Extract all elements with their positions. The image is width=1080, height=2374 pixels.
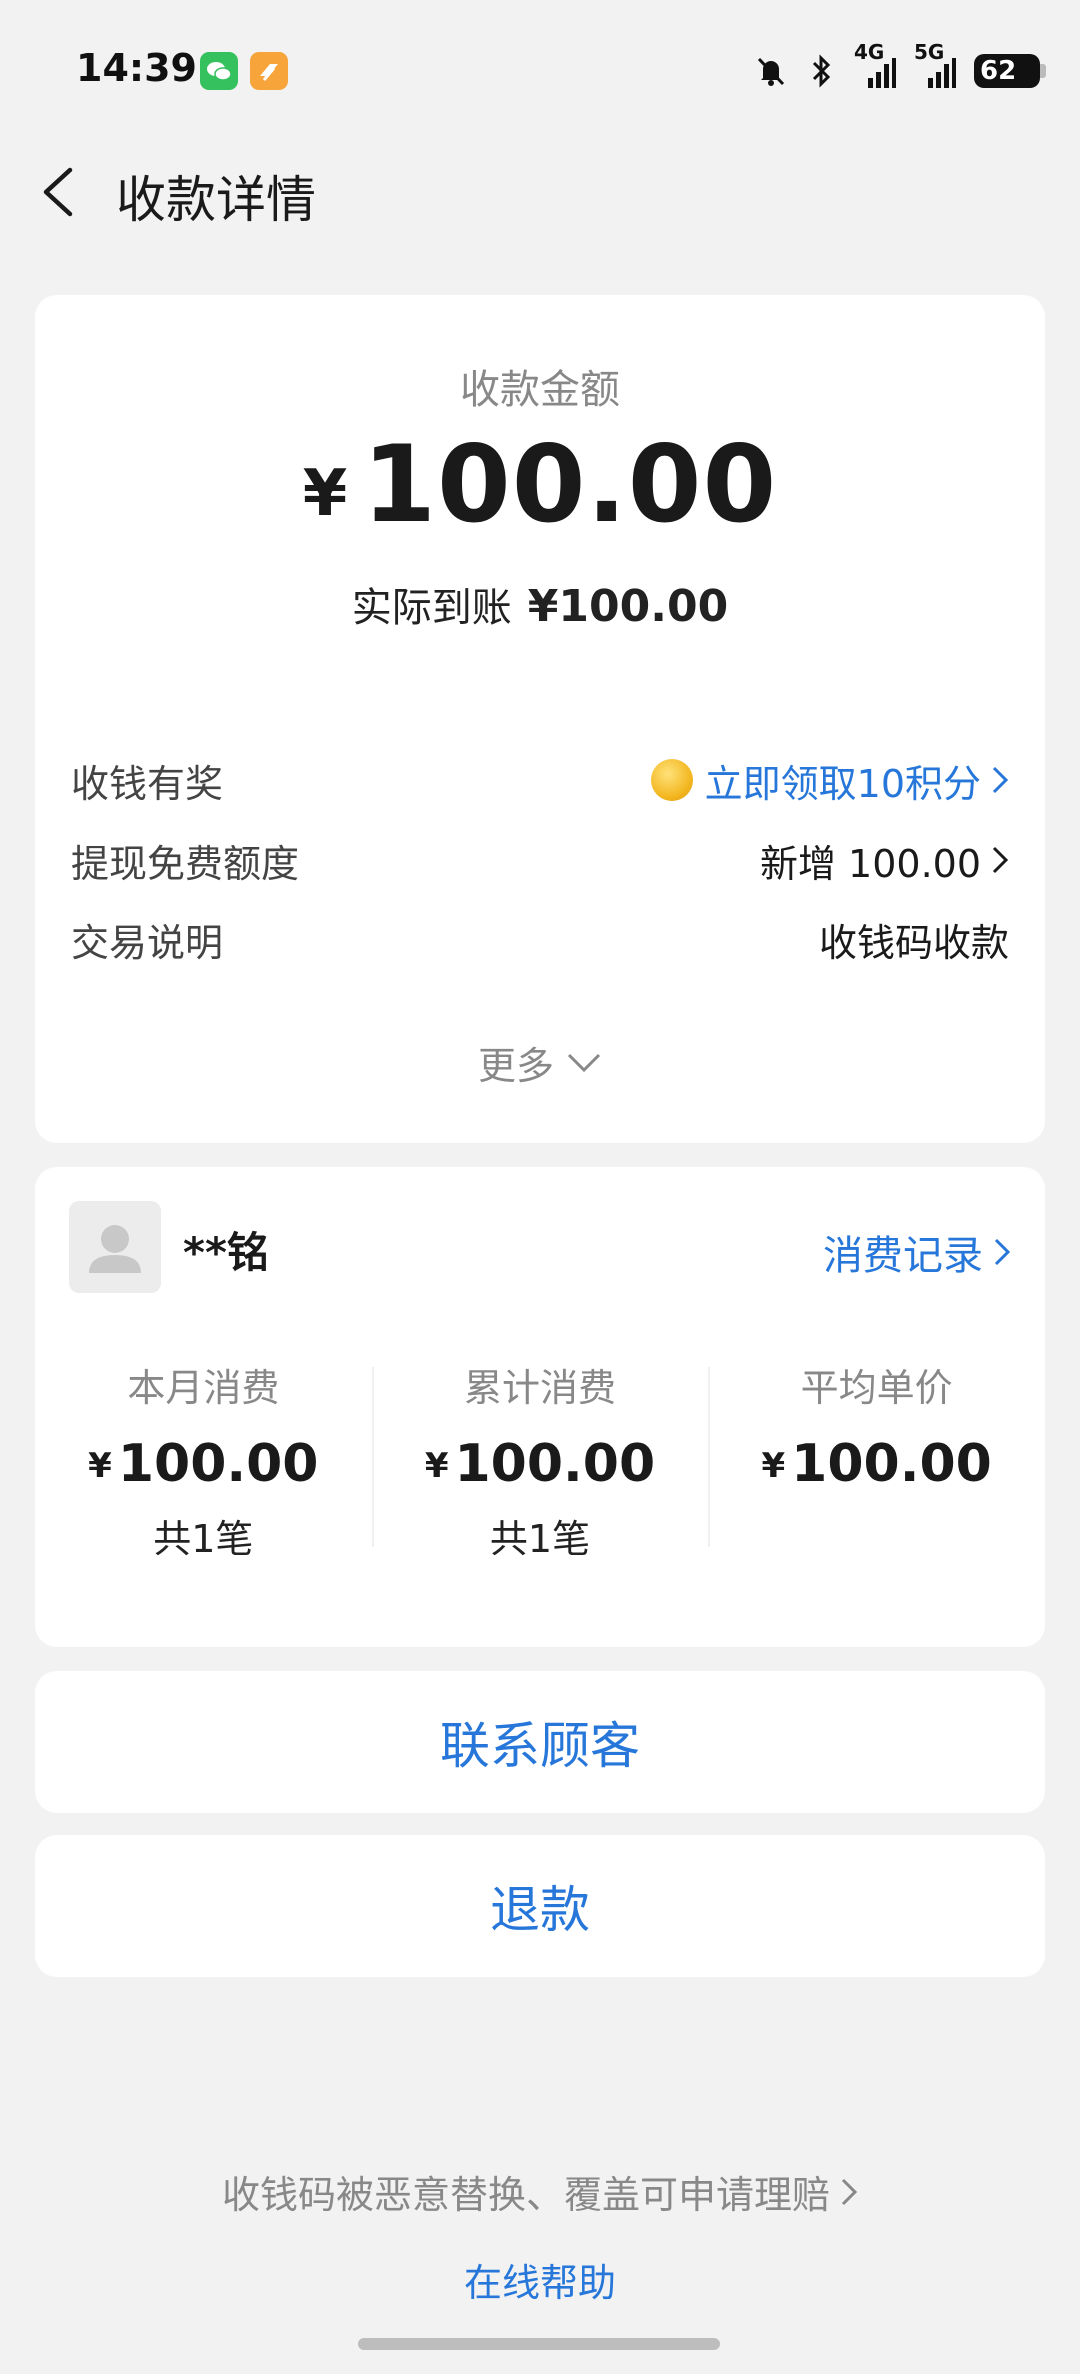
stat-title: 平均单价 (800, 1366, 953, 1410)
stat-count: 共1笔 (153, 1517, 254, 1561)
coin-icon (650, 759, 693, 801)
claim-points-link[interactable]: 立即领取10积分 (650, 753, 1009, 808)
stat-total: 累计消费 ¥100.00 共1笔 (371, 1357, 709, 1561)
stat-average: 平均单价 ¥100.00 (708, 1357, 1045, 1557)
transaction-note-label: 交易说明 (71, 920, 224, 965)
currency-symbol: ¥ (302, 457, 349, 531)
user-placeholder-icon (89, 1225, 141, 1273)
stat-currency: ¥ (424, 1446, 449, 1486)
stat-currency: ¥ (761, 1446, 786, 1486)
reward-label: 收钱有奖 (71, 761, 224, 806)
transaction-note-value: 收钱码收款 (818, 920, 1009, 965)
amount-number: 100.00 (362, 423, 778, 546)
page-title: 收款详情 (116, 171, 316, 229)
free-withdraw-row[interactable]: 提现免费额度 新增 100.00 (71, 830, 1009, 890)
received-label: 实际到账 (351, 585, 512, 631)
free-withdraw-value-link[interactable]: 新增 100.00 (760, 833, 1009, 888)
stat-currency: ¥ (88, 1446, 112, 1486)
stat-value: ¥100.00 (35, 1434, 372, 1494)
status-bar: 14:39 4G 5G 62 (0, 0, 1080, 140)
free-withdraw-value: 新增 100.00 (759, 841, 981, 886)
claim-points-text: 立即领取10积分 (704, 761, 981, 806)
customer-name: **铭 (183, 1228, 269, 1277)
reward-row[interactable]: 收钱有奖 立即领取10积分 (71, 750, 1009, 810)
customer-card: **铭 消费记录 本月消费 ¥100.00 共1笔 累计消费 ¥100.00 共… (35, 1167, 1045, 1647)
chevron-right-icon (994, 1238, 1011, 1266)
signal-5g-icon: 5G (914, 40, 956, 92)
nav-bar: 收款详情 (0, 150, 1080, 230)
stat-value: ¥100.00 (708, 1434, 1045, 1494)
battery-icon: 62 (974, 54, 1046, 88)
avatar (69, 1201, 161, 1293)
records-label: 消费记录 (823, 1233, 983, 1279)
home-indicator[interactable] (358, 2338, 720, 2350)
payment-summary-card: 收款金额 ¥100.00 实际到账 ¥100.00 收钱有奖 立即领取10积分 提… (35, 295, 1045, 1143)
stat-number: 100.00 (791, 1434, 992, 1494)
received-value: ¥100.00 (527, 581, 729, 632)
app-notification-icon (250, 52, 288, 90)
amount-label: 收款金额 (460, 367, 620, 413)
more-label: 更多 (477, 1044, 554, 1088)
customer-stats: 本月消费 ¥100.00 共1笔 累计消费 ¥100.00 共1笔 平均单价 ¥… (35, 1357, 1045, 1561)
more-button[interactable]: 更多 (35, 1035, 1045, 1090)
chevron-down-icon (567, 1053, 601, 1072)
consumption-records-link[interactable]: 消费记录 (823, 1223, 1011, 1281)
bluetooth-icon (812, 54, 831, 88)
online-help-link[interactable]: 在线帮助 (0, 2252, 1080, 2307)
wechat-notification-icon (200, 52, 238, 90)
contact-customer-button[interactable]: 联系顾客 (35, 1671, 1045, 1813)
signal-4g-icon: 4G (854, 40, 896, 92)
claim-text: 收钱码被恶意替换、覆盖可申请理赔 (221, 2173, 830, 2217)
chevron-right-icon (841, 2178, 858, 2205)
stat-value: ¥100.00 (372, 1434, 709, 1494)
status-time: 14:39 (76, 46, 197, 90)
stat-title: 本月消费 (127, 1366, 280, 1410)
stat-number: 100.00 (117, 1434, 319, 1494)
stat-title: 累计消费 (464, 1366, 617, 1410)
claim-link[interactable]: 收钱码被恶意替换、覆盖可申请理赔 (0, 2164, 1080, 2219)
stat-monthly: 本月消费 ¥100.00 共1笔 (35, 1357, 372, 1561)
back-icon[interactable] (36, 162, 88, 222)
stat-count: 共1笔 (489, 1517, 591, 1561)
stat-number: 100.00 (454, 1434, 656, 1494)
chevron-right-icon (992, 766, 1009, 794)
transaction-note-row: 交易说明 收钱码收款 (71, 909, 1009, 969)
received-amount: 实际到账 ¥100.00 (35, 575, 1045, 633)
refund-button[interactable]: 退款 (35, 1835, 1045, 1977)
amount-value: ¥100.00 (35, 423, 1045, 546)
chevron-right-icon (992, 846, 1009, 874)
bell-off-icon (757, 57, 785, 86)
free-withdraw-label: 提现免费额度 (71, 841, 300, 886)
